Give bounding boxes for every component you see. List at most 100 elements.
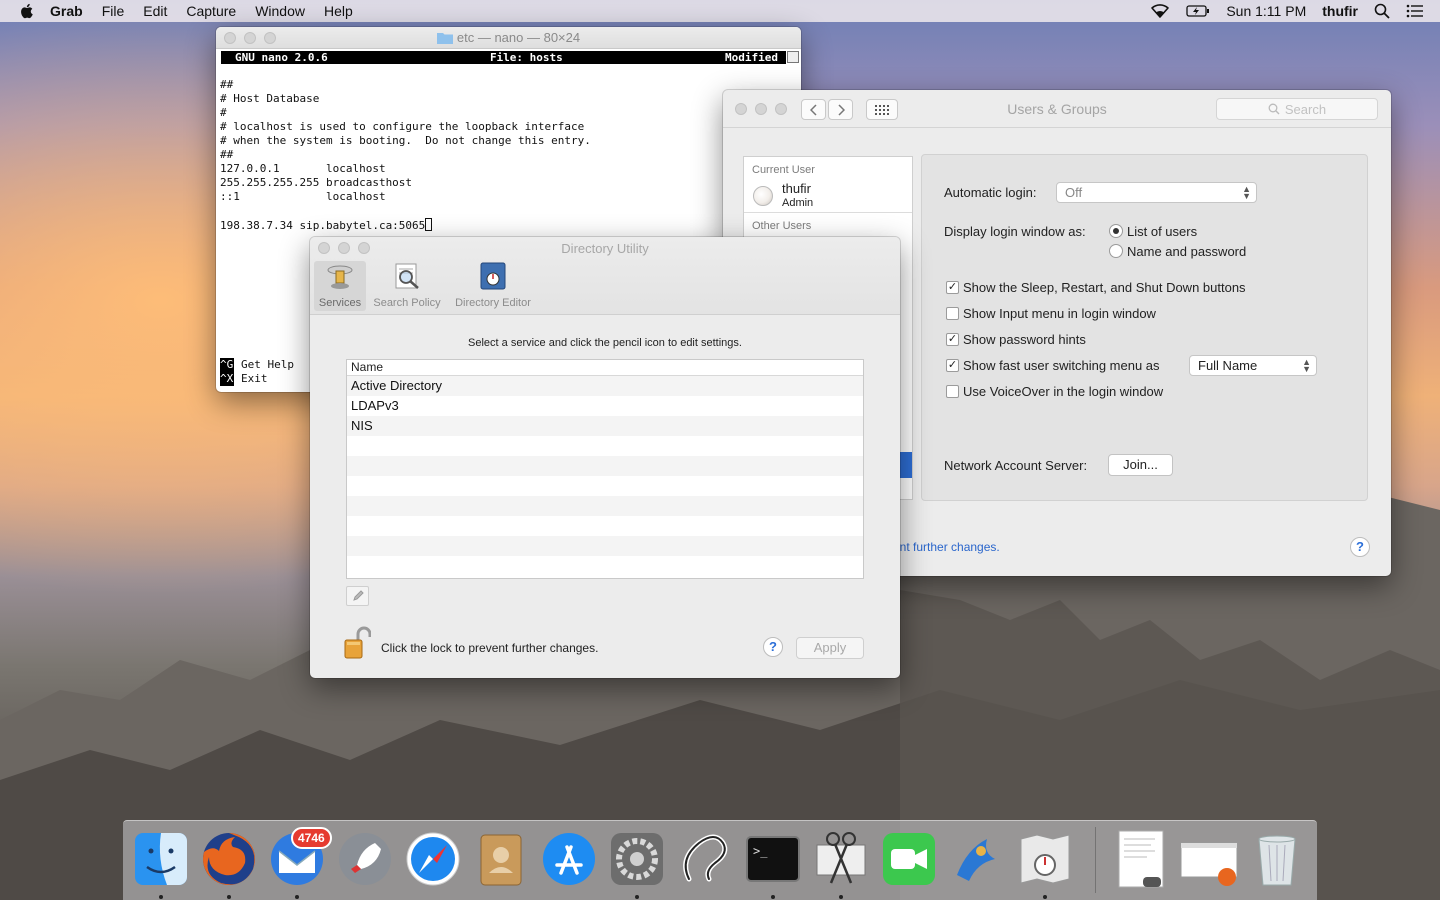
lock-message[interactable]: ent further changes. <box>893 540 1000 554</box>
help-button[interactable]: ? <box>763 637 783 657</box>
zoom-button[interactable] <box>264 32 276 44</box>
trash-icon[interactable] <box>1247 829 1307 889</box>
radio-name-and-password-label[interactable]: Name and password <box>1127 244 1246 259</box>
fast-switch-popup[interactable]: Full Name ▲ ▼ <box>1189 355 1317 376</box>
file-line[interactable]: # <box>220 106 786 120</box>
checkbox-voiceover-label[interactable]: Use VoiceOver in the login window <box>963 384 1163 399</box>
tab-search-policy[interactable]: Search Policy <box>370 261 444 311</box>
radio-list-of-users[interactable] <box>1109 224 1123 238</box>
firefox-window-preview-icon[interactable] <box>1179 829 1239 889</box>
close-button[interactable] <box>224 32 236 44</box>
checkbox-fast-user-switching[interactable]: ✓ <box>946 359 959 372</box>
directory-utility-window[interactable]: Directory Utility Services Search Policy <box>310 237 900 678</box>
table-row <box>347 436 863 456</box>
file-line[interactable]: 127.0.0.1 localhost <box>220 162 786 176</box>
contacts-icon[interactable] <box>471 829 531 889</box>
system-preferences-icon[interactable] <box>607 829 667 889</box>
document-preview-icon[interactable] <box>1111 829 1171 889</box>
radio-name-and-password[interactable] <box>1109 244 1123 258</box>
table-row[interactable]: Active Directory <box>347 376 863 396</box>
checkbox-password-hints-label[interactable]: Show password hints <box>963 332 1086 347</box>
apply-button[interactable]: Apply <box>796 637 864 659</box>
running-indicator <box>227 895 231 899</box>
network-radar-icon[interactable] <box>947 829 1007 889</box>
file-line[interactable]: # localhost is used to configure the loo… <box>220 120 786 134</box>
checkbox-sleep-restart-label[interactable]: Show the Sleep, Restart, and Shut Down b… <box>963 280 1246 295</box>
file-line[interactable]: 255.255.255.255 broadcasthost <box>220 176 786 190</box>
battery-icon[interactable] <box>1186 4 1210 18</box>
terminal-titlebar[interactable]: etc — nano — 80×24 <box>216 27 801 49</box>
directory-utility-icon[interactable] <box>1015 829 1075 889</box>
checkbox-voiceover[interactable] <box>946 385 959 398</box>
checkbox-input-menu[interactable] <box>946 307 959 320</box>
tab-services[interactable]: Services <box>314 261 366 311</box>
menu-clock[interactable]: Sun 1:11 PM <box>1226 3 1306 19</box>
checkbox-password-hints[interactable]: ✓ <box>946 333 959 346</box>
search-field[interactable]: Search <box>1216 98 1378 120</box>
table-row[interactable]: LDAPv3 <box>347 396 863 416</box>
table-row <box>347 476 863 496</box>
wifi-icon[interactable] <box>1150 3 1170 19</box>
facetime-icon[interactable] <box>879 829 939 889</box>
file-line[interactable]: ## <box>220 78 786 92</box>
search-policy-icon <box>395 263 419 289</box>
safari-icon[interactable] <box>403 829 463 889</box>
lock-icon[interactable] <box>341 626 371 660</box>
user-row-thufir[interactable]: thufir Admin <box>744 177 912 213</box>
table-row <box>347 496 863 516</box>
help-button[interactable]: ? <box>1350 537 1370 557</box>
menu-app-name[interactable]: Grab <box>50 3 83 19</box>
window-controls <box>224 32 284 44</box>
grab-icon[interactable] <box>811 829 871 889</box>
menu-window[interactable]: Window <box>255 3 305 19</box>
shortcut-key: ^X <box>220 372 234 386</box>
lock-message[interactable]: Click the lock to prevent further change… <box>381 641 598 655</box>
menu-edit[interactable]: Edit <box>143 3 167 19</box>
running-indicator <box>295 895 299 899</box>
terminal-icon[interactable]: >_ <box>743 829 803 889</box>
minimize-button[interactable] <box>244 32 256 44</box>
file-line[interactable]: # Host Database <box>220 92 786 106</box>
file-line[interactable]: ## <box>220 148 786 162</box>
nano-version: GNU nano 2.0.6 <box>235 51 328 64</box>
menu-help[interactable]: Help <box>324 3 353 19</box>
column-header-name[interactable]: Name <box>347 360 863 376</box>
pencil-icon <box>353 590 364 601</box>
apple-icon[interactable] <box>18 2 36 20</box>
fast-switch-value: Full Name <box>1198 358 1258 373</box>
automatic-login-popup[interactable]: Off ▲ ▼ <box>1056 182 1257 203</box>
edit-service-button[interactable] <box>346 586 369 606</box>
menu-capture[interactable]: Capture <box>186 3 236 19</box>
checkbox-fast-user-switching-label[interactable]: Show fast user switching menu as <box>963 358 1160 373</box>
current-user-header: Current User <box>752 164 815 176</box>
file-line[interactable]: # when the system is booting. Do not cha… <box>220 134 786 148</box>
file-line-current[interactable]: 198.38.7.34 sip.babytel.ca:5065 <box>220 218 786 232</box>
file-line[interactable] <box>220 204 786 218</box>
finder-icon[interactable] <box>131 829 191 889</box>
notification-center-icon[interactable] <box>1406 4 1424 18</box>
launchpad-icon[interactable] <box>335 829 395 889</box>
tab-directory-editor[interactable]: Directory Editor <box>448 261 538 311</box>
scroll-indicator[interactable] <box>787 51 799 63</box>
login-options-selected-row[interactable] <box>899 452 912 478</box>
file-line[interactable]: ::1 localhost <box>220 190 786 204</box>
menu-user[interactable]: thufir <box>1322 3 1358 19</box>
checkbox-sleep-restart[interactable]: ✓ <box>946 281 959 294</box>
nano-editor[interactable]: GNU nano 2.0.6 File: hosts Modified ## #… <box>220 51 786 232</box>
shortcut-item: ^G Get Help <box>220 358 294 372</box>
spotlight-search-icon[interactable] <box>1374 3 1390 19</box>
folder-icon <box>436 33 453 44</box>
services-table[interactable]: Name Active Directory LDAPv3 NIS <box>346 359 864 579</box>
table-row <box>347 536 863 556</box>
table-row[interactable]: NIS <box>347 416 863 436</box>
radio-list-of-users-label[interactable]: List of users <box>1127 224 1197 239</box>
search-placeholder: Search <box>1284 101 1327 117</box>
menu-file[interactable]: File <box>102 3 125 19</box>
running-indicator <box>159 895 163 899</box>
cydia-icon[interactable] <box>675 829 735 889</box>
app-store-icon[interactable] <box>539 829 599 889</box>
instructions-text: Select a service and click the pencil ic… <box>468 337 742 349</box>
join-button[interactable]: Join... <box>1108 454 1173 476</box>
firefox-icon[interactable] <box>199 829 259 889</box>
checkbox-input-menu-label[interactable]: Show Input menu in login window <box>963 306 1156 321</box>
